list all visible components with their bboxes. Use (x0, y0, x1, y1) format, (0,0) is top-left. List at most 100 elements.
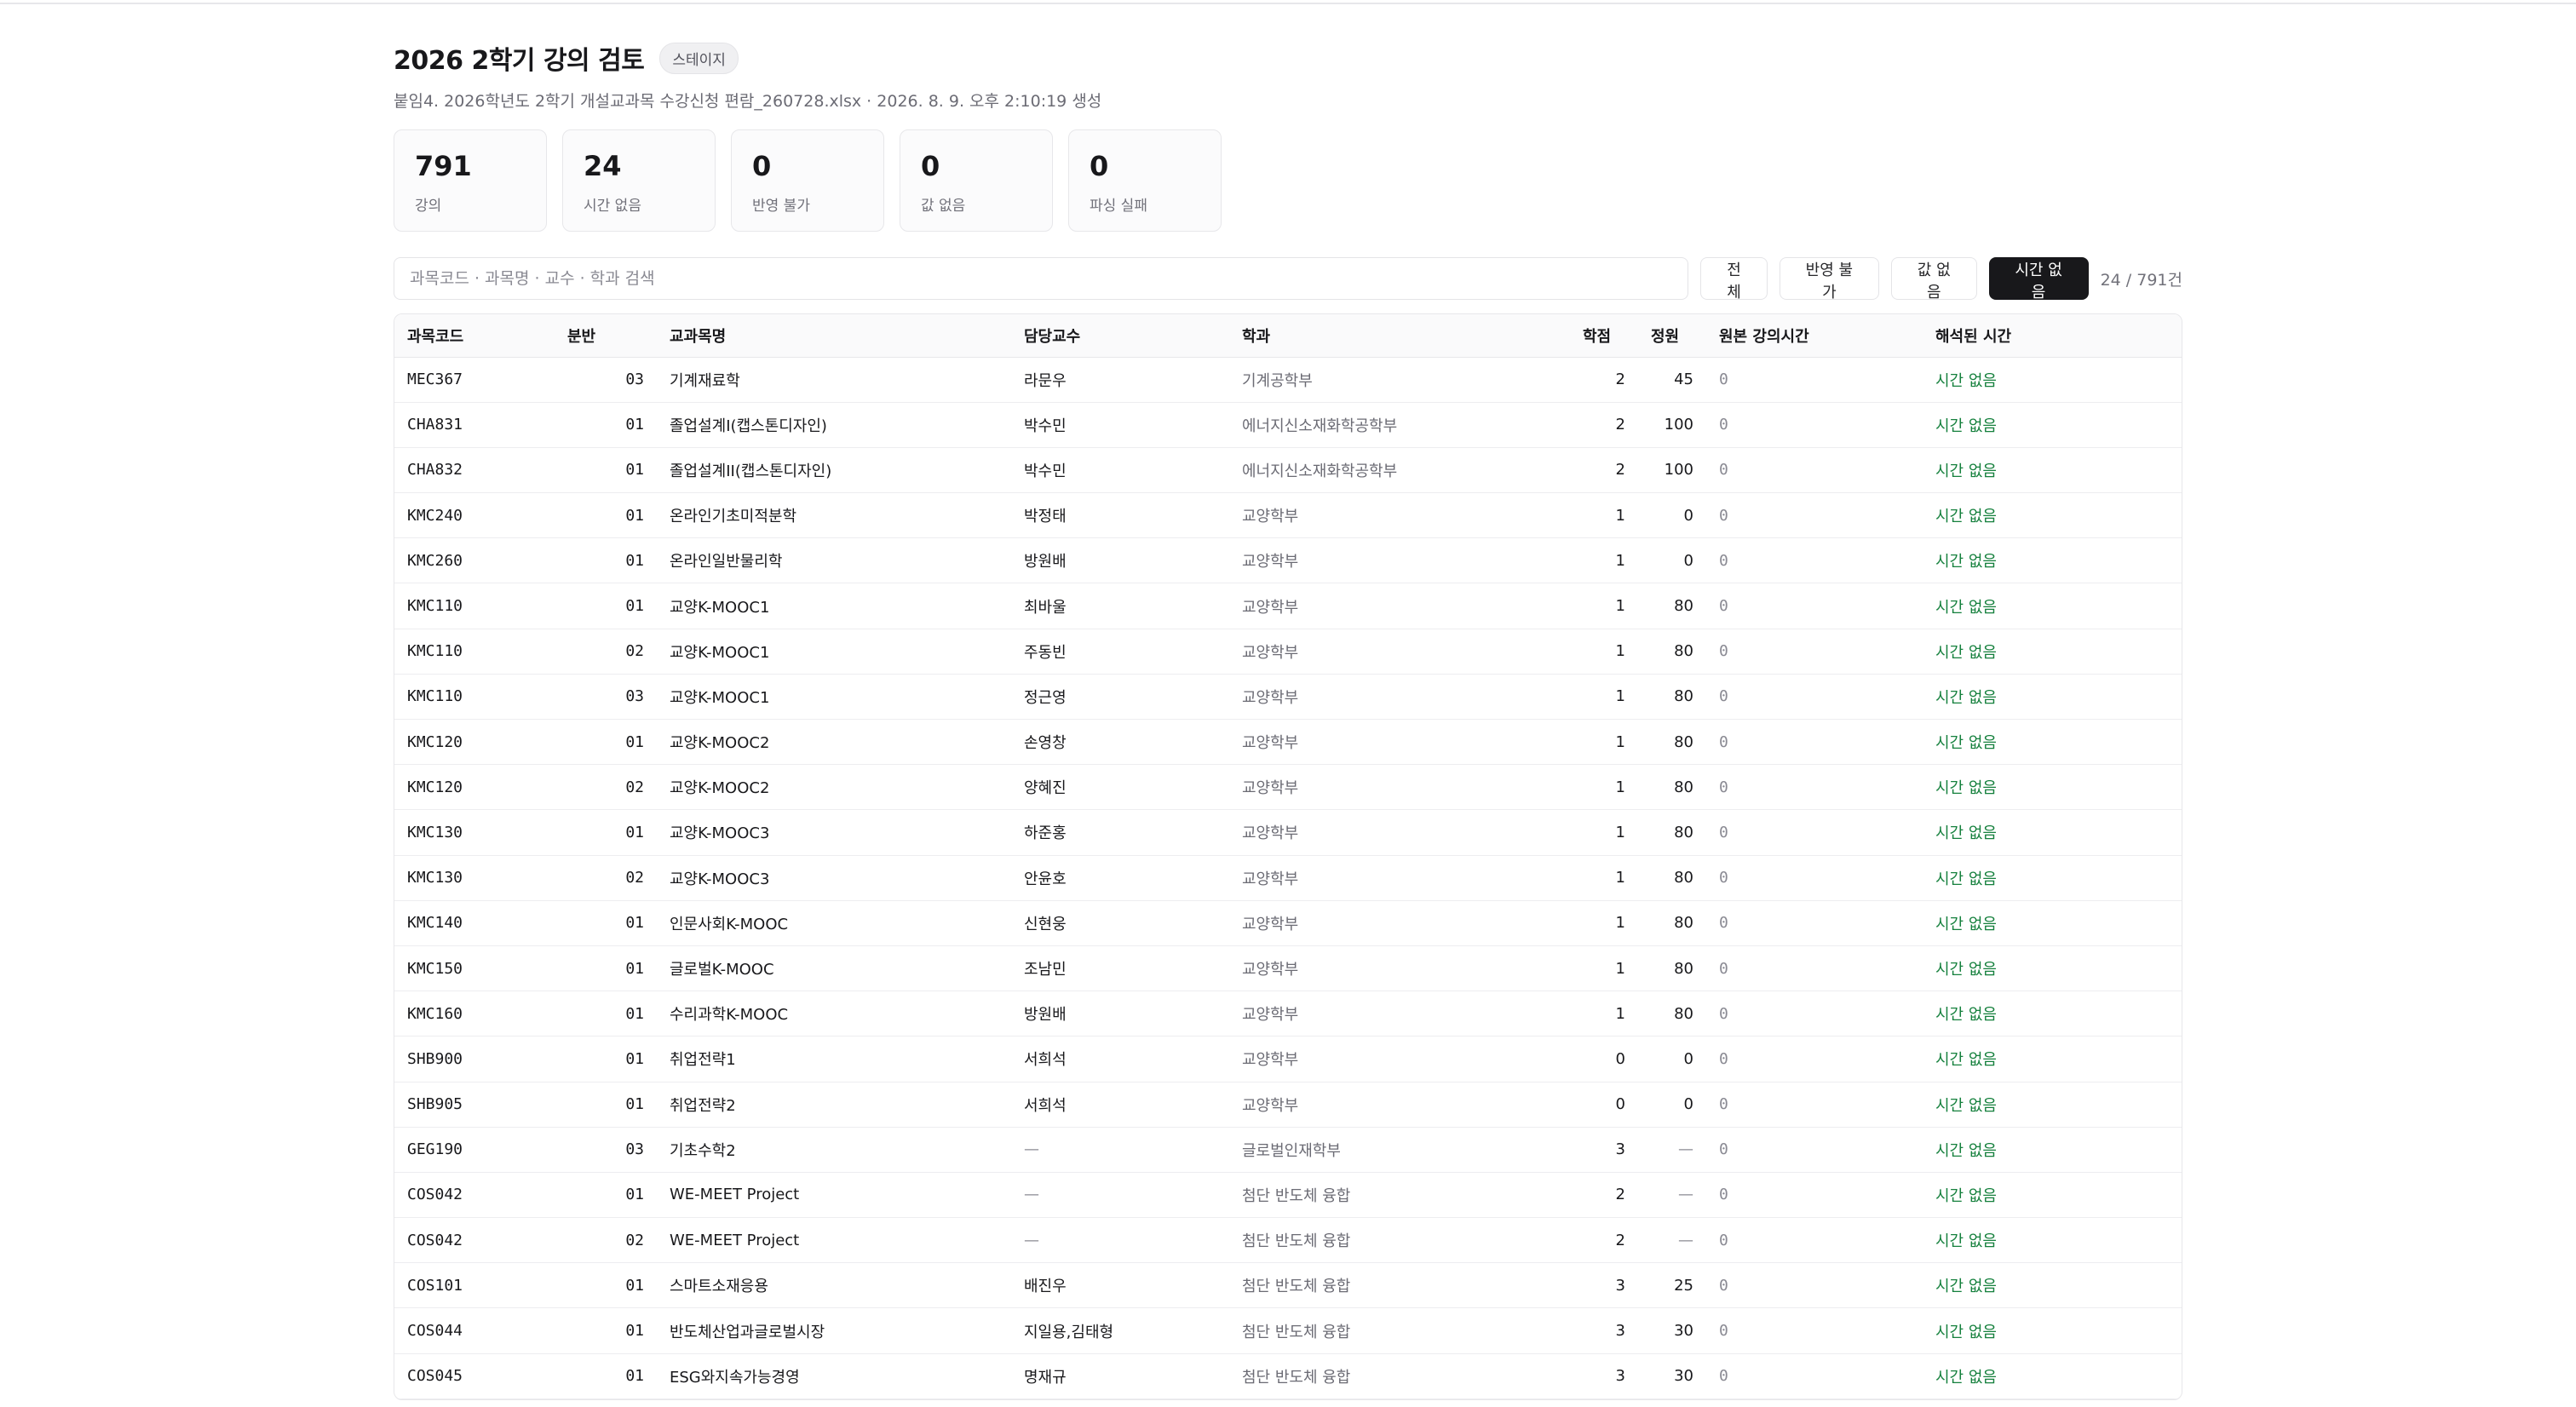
professor-cell: 정근영 (1011, 674, 1229, 721)
table-row[interactable]: KMC240 01 온라인기초미적분학 박정태 교양학부 1 0 0 시간 없음 (394, 492, 2182, 539)
table-row[interactable]: GEG190 03 기초수학2— 글로벌인재학부 3—0 시간 없음 (394, 1127, 2182, 1173)
department-cell: 기계공학부 (1229, 357, 1570, 403)
parsed-time-cell: 시간 없음 (1923, 855, 2182, 901)
stat-label: 반영 불가 (752, 198, 810, 215)
raw-time-cell: 0 (1706, 1036, 1923, 1083)
raw-time-cell: 0 (1706, 447, 1923, 494)
department-cell: 첨단 반도체 융합 (1229, 1353, 1570, 1399)
title-row: 2026 2학기 강의 검토 스테이지 (394, 39, 2182, 77)
search-input[interactable] (394, 257, 1689, 300)
raw-time-cell: 0 (1706, 674, 1923, 721)
section-cell: 01 (555, 719, 657, 766)
table-row[interactable]: KMC260 01 온라인일반물리학 방원배 교양학부 1 0 0 시간 없음 (394, 537, 2182, 584)
col-header-code[interactable]: 과목코드 (394, 314, 555, 358)
capacity-cell: 0 (1638, 492, 1706, 539)
stat-card-no-value: 0 값 없음 (900, 129, 1053, 232)
table-row[interactable]: COS101 01 스마트소재응용 배진우 첨단 반도체 융합 3 25 0 시간 없음 (394, 1262, 2182, 1309)
credit-cell: 1 (1570, 900, 1638, 946)
course-code-cell: CHA831 (394, 402, 555, 448)
section-cell: 01 (555, 1353, 657, 1399)
course-name-cell: 교양K-MOOC3 (657, 855, 1011, 901)
professor-cell: 박수민 (1011, 447, 1229, 494)
course-code-cell: COS042 (394, 1172, 555, 1219)
professor-cell: 방원배 (1011, 991, 1229, 1037)
capacity-cell: — (1638, 1127, 1706, 1173)
col-header-section[interactable]: 분반 (555, 314, 657, 358)
credit-cell: 2 (1570, 357, 1638, 403)
table-row[interactable]: COS042 01 WE-MEET Project — 첨단 반도체 융합 2—0 시간 없… (394, 1172, 2182, 1219)
course-name-cell: 교양K-MOOC1 (657, 583, 1011, 629)
col-header-name[interactable]: 교과목명 (657, 314, 1011, 358)
raw-time-cell: 0 (1706, 402, 1923, 448)
table-row[interactable]: KMC160 01 수리과학K-MOOC 방원배 교양학부 1 80 0 시간 없음 (394, 991, 2182, 1037)
raw-time-cell: 0 (1706, 1262, 1923, 1309)
table-row[interactable]: SHB905 01 취업전략2 서희석 교양학부 0 0 0 시간 없음 (394, 1082, 2182, 1128)
course-code-cell: COS044 (394, 1307, 555, 1354)
table-row[interactable]: KMC120 01 교양K-MOOC2 손영창 교양학부 1 80 0 시간 없음 (394, 719, 2182, 766)
filter-unapplicable-button[interactable]: 반영 불가 (1779, 257, 1879, 302)
credit-cell: 1 (1570, 719, 1638, 766)
section-cell: 01 (555, 402, 657, 448)
table-row[interactable]: CHA831 01 졸업설계I(캡스톤디자인) 박수민 에너지신소재화학공학부 2 100 0… (394, 402, 2182, 448)
parsed-time-cell: 시간 없음 (1923, 492, 2182, 539)
filter-toolbar: 전체 반영 불가 값 없음 시간 없음 24 / 791건 (394, 257, 2182, 302)
professor-cell: 박수민 (1011, 402, 1229, 448)
capacity-cell: 25 (1638, 1262, 1706, 1309)
table-row[interactable]: KMC110 01 교양K-MOOC1 최바울 교양학부 1 80 0 시간 없음 (394, 583, 2182, 629)
raw-time-cell: 0 (1706, 719, 1923, 766)
department-cell: 첨단 반도체 융합 (1229, 1172, 1570, 1219)
table-row[interactable]: KMC130 01 교양K-MOOC3 하준홍 교양학부 1 80 0 시간 없음 (394, 809, 2182, 856)
table-row[interactable]: CHA832 01 졸업설계II(캡스톤디자인) 박수민 에너지신소재화학공학부 2 100… (394, 447, 2182, 494)
table-row[interactable]: COS045 01 ESG와지속가능경영 명재규 첨단 반도체 융합 3 30 0 시간 없음 (394, 1353, 2182, 1399)
professor-cell: — (1011, 1172, 1229, 1219)
col-header-capacity[interactable]: 정원 (1638, 314, 1706, 358)
filter-no-value-button[interactable]: 값 없음 (1890, 257, 1977, 302)
professor-cell: 서희석 (1011, 1082, 1229, 1128)
course-name-cell: 수리과학K-MOOC (657, 991, 1011, 1037)
course-name-cell: 온라인기초미적분학 (657, 492, 1011, 539)
course-name-cell: 졸업설계II(캡스톤디자인) (657, 447, 1011, 494)
section-cell: 03 (555, 1127, 657, 1173)
raw-time-cell: 0 (1706, 629, 1923, 675)
course-name-cell: 인문사회K-MOOC (657, 900, 1011, 946)
col-header-professor[interactable]: 담당교수 (1011, 314, 1229, 358)
stat-card-no-time: 24 시간 없음 (562, 129, 716, 232)
capacity-cell: 80 (1638, 764, 1706, 811)
table-row[interactable]: KMC150 01 글로벌K-MOOC 조남민 교양학부 1 80 0 시간 없음 (394, 945, 2182, 992)
col-header-raw-time[interactable]: 원본 강의시간 (1706, 314, 1923, 358)
department-cell: 교양학부 (1229, 945, 1570, 992)
course-name-cell: 기계재료학 (657, 357, 1011, 403)
filter-all-button[interactable]: 전체 (1700, 257, 1768, 302)
department-cell: 교양학부 (1229, 629, 1570, 675)
course-name-cell: 교양K-MOOC1 (657, 629, 1011, 675)
credit-cell: 0 (1570, 1036, 1638, 1083)
table-row[interactable]: MEC367 03 기계재료학 라문우 기계공학부 2 45 0 시간 없음 (394, 357, 2182, 403)
table-row[interactable]: SHB900 01 취업전략1 서희석 교양학부 0 0 0 시간 없음 (394, 1036, 2182, 1083)
table-row[interactable]: COS042 02 WE-MEET Project — 첨단 반도체 융합 2—0 시간 없… (394, 1217, 2182, 1264)
section-cell: 02 (555, 855, 657, 901)
course-code-cell: KMC110 (394, 674, 555, 721)
table-row[interactable]: COS044 01 반도체산업과글로벌시장 지일용,김태형 첨단 반도체 융합 3 30 0 시… (394, 1307, 2182, 1354)
table-row[interactable]: KMC110 02 교양K-MOOC1 주동빈 교양학부 1 80 0 시간 없음 (394, 629, 2182, 675)
table-row[interactable]: KMC130 02 교양K-MOOC3 안윤호 교양학부 1 80 0 시간 없음 (394, 855, 2182, 901)
table-row[interactable]: KMC110 03 교양K-MOOC1 정근영 교양학부 1 80 0 시간 없음 (394, 674, 2182, 721)
capacity-cell: 80 (1638, 900, 1706, 946)
course-name-cell: 취업전략2 (657, 1082, 1011, 1128)
section-cell: 01 (555, 991, 657, 1037)
course-code-cell: COS042 (394, 1217, 555, 1264)
section-cell: 03 (555, 674, 657, 721)
table-row[interactable]: KMC140 01 인문사회K-MOOC 신현웅 교양학부 1 80 0 시간 없음 (394, 900, 2182, 946)
section-cell: 02 (555, 1217, 657, 1264)
filter-no-time-button[interactable]: 시간 없음 (1988, 257, 2089, 302)
col-header-parsed-time[interactable]: 해석된 시간 (1923, 314, 2182, 358)
table-row[interactable]: KMC120 02 교양K-MOOC2 양혜진 교양학부 1 80 0 시간 없음 (394, 764, 2182, 811)
section-cell: 02 (555, 764, 657, 811)
col-header-department[interactable]: 학과 (1229, 314, 1570, 358)
raw-time-cell: 0 (1706, 357, 1923, 403)
raw-time-cell: 0 (1706, 583, 1923, 629)
page-title: 2026 2학기 강의 검토 (394, 46, 645, 76)
stat-label: 강의 (415, 198, 442, 215)
professor-cell: 서희석 (1011, 1036, 1229, 1083)
capacity-cell: 80 (1638, 809, 1706, 856)
col-header-credit[interactable]: 학점 (1570, 314, 1638, 358)
